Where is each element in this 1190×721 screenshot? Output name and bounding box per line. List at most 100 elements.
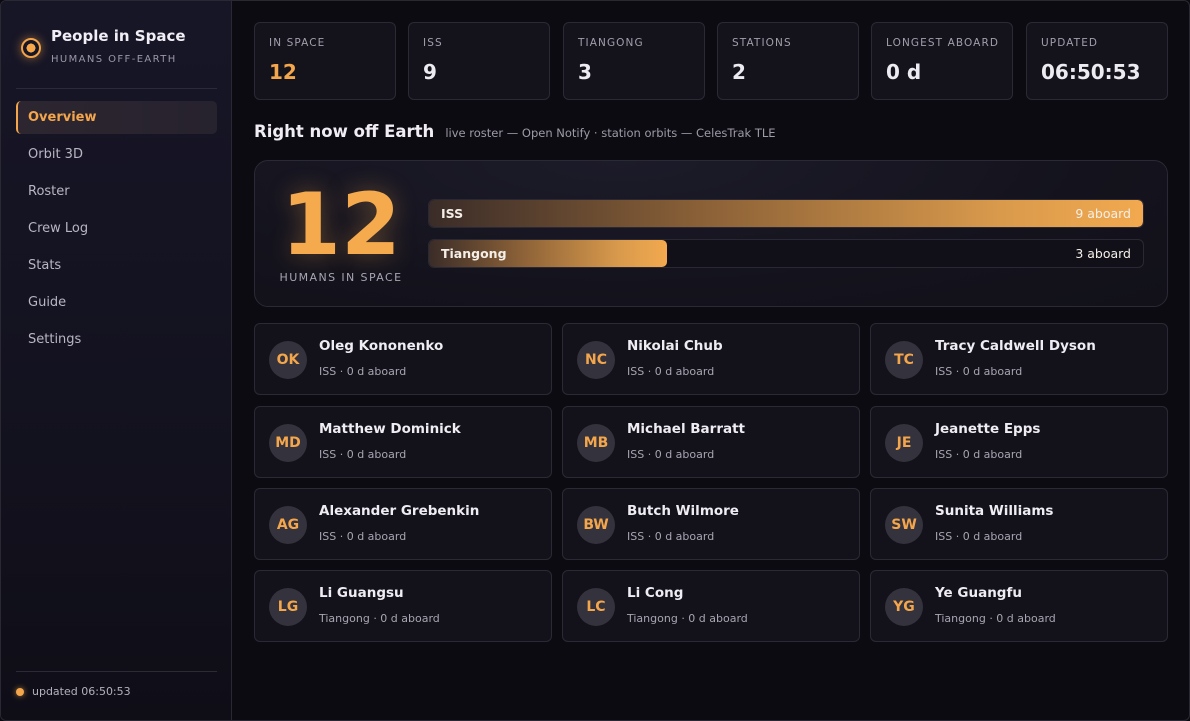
crew-card[interactable]: LC Li Cong Tiangong · 0 d aboard — [562, 570, 860, 642]
avatar: JE — [885, 424, 923, 462]
stat-value: 0 d — [886, 60, 922, 84]
crew-grid: OK Oleg Kononenko ISS · 0 d aboard NC Ni… — [254, 323, 1168, 643]
stat-value: 12 — [269, 60, 297, 84]
sidebar-nav: Overview Orbit 3D Roster Crew Log Stats … — [16, 101, 217, 360]
section-title: Right now off Earth — [254, 122, 435, 141]
crew-card[interactable]: TC Tracy Caldwell Dyson ISS · 0 d aboard — [870, 323, 1168, 395]
crew-meta: ISS · 0 d aboard — [319, 365, 407, 378]
crew-name: Butch Wilmore — [627, 503, 739, 519]
crew-meta: ISS · 0 d aboard — [935, 365, 1023, 378]
sidebar-footer-divider — [16, 671, 217, 672]
station-bar-name: Tiangong — [441, 246, 507, 261]
crew-card[interactable]: YG Ye Guangfu Tiangong · 0 d aboard — [870, 570, 1168, 642]
avatar: LC — [577, 588, 615, 626]
stat-label: ISS — [423, 37, 443, 49]
crew-name: Ye Guangfu — [935, 585, 1022, 601]
nav-item-stats[interactable]: Stats — [16, 249, 217, 282]
stat-value: 3 — [578, 60, 592, 84]
nav-item-orbit-3d[interactable]: Orbit 3D — [16, 138, 217, 171]
crew-card[interactable]: SW Sunita Williams ISS · 0 d aboard — [870, 488, 1168, 560]
crew-meta: ISS · 0 d aboard — [935, 448, 1023, 461]
avatar: SW — [885, 506, 923, 544]
crew-meta: ISS · 0 d aboard — [319, 448, 407, 461]
crew-card[interactable]: BW Butch Wilmore ISS · 0 d aboard — [562, 488, 860, 560]
station-bar-count: 3 aboard — [1075, 246, 1131, 261]
brand-title: People in Space — [51, 27, 186, 45]
station-bar-count: 9 aboard — [1075, 206, 1131, 221]
avatar: MB — [577, 424, 615, 462]
stat-label: STATIONS — [732, 37, 792, 49]
avatar: AG — [269, 506, 307, 544]
main-content: IN SPACE 12 ISS 9 TIANGONG 3 STATIONS 2 … — [232, 1, 1189, 720]
crew-name: Matthew Dominick — [319, 421, 461, 437]
orbit-dot-icon — [21, 38, 41, 58]
avatar: TC — [885, 341, 923, 379]
avatar: YG — [885, 588, 923, 626]
sidebar-footer: updated 06:50:53 — [16, 683, 217, 701]
hero-caption: HUMANS IN SPACE — [279, 271, 403, 284]
stat-value: 9 — [423, 60, 437, 84]
avatar: OK — [269, 341, 307, 379]
avatar: NC — [577, 341, 615, 379]
avatar: BW — [577, 506, 615, 544]
stat-card-longest-aboard: LONGEST ABOARD 0 d — [871, 22, 1013, 100]
nav-item-settings[interactable]: Settings — [16, 323, 217, 356]
crew-meta: ISS · 0 d aboard — [627, 365, 715, 378]
crew-name: Michael Barratt — [627, 421, 745, 437]
avatar: LG — [269, 588, 307, 626]
station-bar-fill — [429, 200, 1143, 227]
brand: People in Space HUMANS OFF-EARTH — [21, 25, 221, 75]
crew-meta: ISS · 0 d aboard — [627, 530, 715, 543]
crew-name: Oleg Kononenko — [319, 338, 444, 354]
stats-row: IN SPACE 12 ISS 9 TIANGONG 3 STATIONS 2 … — [254, 22, 1168, 100]
sidebar-divider — [16, 88, 217, 89]
crew-meta: ISS · 0 d aboard — [935, 530, 1023, 543]
nav-item-overview[interactable]: Overview — [16, 101, 217, 134]
stat-card-tiangong: TIANGONG 3 — [563, 22, 705, 100]
sidebar: People in Space HUMANS OFF-EARTH Overvie… — [1, 1, 232, 720]
crew-card[interactable]: JE Jeanette Epps ISS · 0 d aboard — [870, 406, 1168, 478]
station-bar-iss: ISS 9 aboard — [428, 199, 1144, 228]
stat-card-in-space: IN SPACE 12 — [254, 22, 396, 100]
section-header: Right now off Earth live roster — Open N… — [254, 122, 1168, 144]
crew-name: Tracy Caldwell Dyson — [935, 338, 1096, 354]
crew-meta: ISS · 0 d aboard — [319, 530, 407, 543]
stat-value: 06:50:53 — [1041, 60, 1141, 84]
humans-in-space-panel: 12 HUMANS IN SPACE ISS 9 aboard Tiangong… — [254, 160, 1168, 307]
station-bar-name: ISS — [441, 206, 464, 221]
crew-name: Nikolai Chub — [627, 338, 723, 354]
crew-name: Jeanette Epps — [935, 421, 1041, 437]
crew-name: Li Cong — [627, 585, 684, 601]
nav-item-roster[interactable]: Roster — [16, 175, 217, 208]
brand-subtitle: HUMANS OFF-EARTH — [51, 54, 177, 65]
stat-card-iss: ISS 9 — [408, 22, 550, 100]
crew-card[interactable]: NC Nikolai Chub ISS · 0 d aboard — [562, 323, 860, 395]
crew-meta: Tiangong · 0 d aboard — [319, 612, 440, 625]
crew-card[interactable]: AG Alexander Grebenkin ISS · 0 d aboard — [254, 488, 552, 560]
stat-value: 2 — [732, 60, 746, 84]
stat-label: TIANGONG — [578, 37, 644, 49]
nav-item-guide[interactable]: Guide — [16, 286, 217, 319]
avatar: MD — [269, 424, 307, 462]
stat-label: IN SPACE — [269, 37, 326, 49]
stat-card-stations: STATIONS 2 — [717, 22, 859, 100]
app-window: People in Space HUMANS OFF-EARTH Overvie… — [0, 0, 1190, 721]
crew-name: Sunita Williams — [935, 503, 1054, 519]
crew-card[interactable]: OK Oleg Kononenko ISS · 0 d aboard — [254, 323, 552, 395]
crew-card[interactable]: MD Matthew Dominick ISS · 0 d aboard — [254, 406, 552, 478]
crew-meta: Tiangong · 0 d aboard — [935, 612, 1056, 625]
crew-card[interactable]: MB Michael Barratt ISS · 0 d aboard — [562, 406, 860, 478]
stat-card-updated: UPDATED 06:50:53 — [1026, 22, 1168, 100]
stat-label: LONGEST ABOARD — [886, 37, 1000, 49]
station-bar-tiangong: Tiangong 3 aboard — [428, 239, 1144, 268]
crew-name: Alexander Grebenkin — [319, 503, 480, 519]
crew-meta: ISS · 0 d aboard — [627, 448, 715, 461]
crew-meta: Tiangong · 0 d aboard — [627, 612, 748, 625]
status-dot-icon — [16, 688, 24, 696]
section-source-note: live roster — Open Notify · station orbi… — [445, 126, 776, 140]
crew-card[interactable]: LG Li Guangsu Tiangong · 0 d aboard — [254, 570, 552, 642]
updated-status: updated 06:50:53 — [32, 685, 131, 698]
crew-name: Li Guangsu — [319, 585, 404, 601]
nav-item-crew-log[interactable]: Crew Log — [16, 212, 217, 245]
hero-count: 12 — [281, 175, 401, 275]
